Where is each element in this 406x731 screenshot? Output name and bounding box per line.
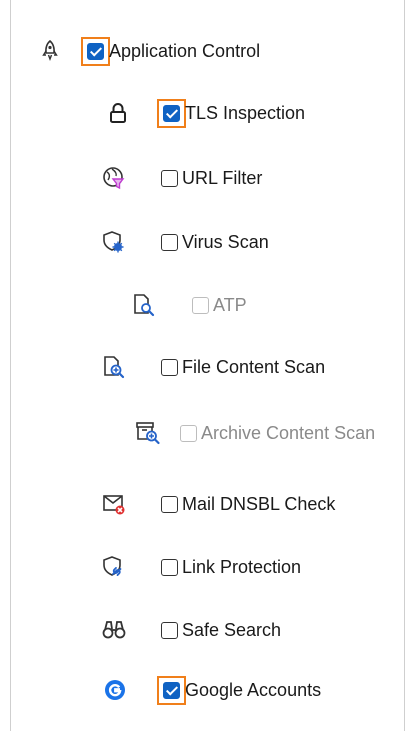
rocket-icon	[36, 36, 64, 66]
atp-checkbox[interactable]: ATP	[192, 290, 247, 320]
option-row-archive-content-scan: Archive Content Scan	[0, 418, 400, 448]
archive-content-scan-checkbox-box[interactable]	[180, 424, 197, 442]
file-scan-icon	[100, 352, 128, 382]
globe-filter-icon	[100, 163, 128, 193]
mail-blocked-icon	[100, 489, 128, 519]
tls-inspection-focus-ring	[157, 98, 186, 128]
file-content-scan-checkbox-box[interactable]	[161, 358, 178, 376]
tls-inspection-label: TLS Inspection	[185, 103, 306, 123]
safe-search-checkbox-box[interactable]	[161, 621, 178, 639]
google-icon	[101, 675, 129, 705]
url-filter-label: URL Filter	[182, 168, 263, 188]
archive-content-scan-checkbox[interactable]: Archive Content Scan	[180, 418, 375, 448]
link-protection-label: Link Protection	[182, 557, 302, 577]
safe-search-label: Safe Search	[182, 620, 282, 640]
atp-label: ATP	[213, 295, 247, 315]
google-accounts-checkbox-box[interactable]	[163, 681, 180, 699]
virus-scan-checkbox[interactable]: Virus Scan	[161, 227, 269, 257]
link-protection-checkbox[interactable]: Link Protection	[161, 552, 301, 582]
application-control-checkbox[interactable]: Application Control	[81, 36, 261, 66]
binoculars-icon	[100, 615, 128, 645]
application-control-checkbox-box[interactable]	[87, 42, 104, 60]
mail-dnsbl-check-checkbox[interactable]: Mail DNSBL Check	[161, 489, 335, 519]
option-row-url-filter: URL Filter	[0, 163, 400, 193]
option-row-virus-scan: Virus Scan	[0, 227, 400, 257]
option-row-mail-dnsbl-check: Mail DNSBL Check	[0, 489, 400, 519]
option-row-safe-search: Safe Search	[0, 615, 400, 645]
virus-scan-label: Virus Scan	[182, 232, 269, 252]
file-content-scan-label: File Content Scan	[182, 357, 326, 377]
google-accounts-label: Google Accounts	[185, 680, 322, 700]
google-accounts-focus-ring	[157, 675, 186, 705]
shield-link-icon	[100, 552, 128, 582]
option-row-file-content-scan: File Content Scan	[0, 352, 400, 382]
mail-dnsbl-check-checkbox-box[interactable]	[161, 495, 178, 513]
lock-icon	[104, 98, 132, 128]
application-control-focus-ring	[81, 36, 110, 66]
option-row-tls-inspection: TLS Inspection	[0, 98, 400, 128]
option-row-atp: ATP	[0, 290, 400, 320]
archive-content-scan-label: Archive Content Scan	[201, 423, 376, 443]
url-filter-checkbox[interactable]: URL Filter	[161, 163, 262, 193]
link-protection-checkbox-box[interactable]	[161, 558, 178, 576]
google-accounts-checkbox[interactable]: Google Accounts	[157, 675, 322, 705]
document-search-icon	[130, 290, 158, 320]
atp-checkbox-box[interactable]	[192, 296, 209, 314]
panel-border-right	[404, 0, 405, 731]
shield-virus-icon	[100, 227, 128, 257]
mail-dnsbl-check-label: Mail DNSBL Check	[182, 494, 336, 514]
option-row-link-protection: Link Protection	[0, 552, 400, 582]
option-row-google-accounts: Google Accounts	[0, 675, 400, 705]
safe-search-checkbox[interactable]: Safe Search	[161, 615, 281, 645]
virus-scan-checkbox-box[interactable]	[161, 233, 178, 251]
url-filter-checkbox-box[interactable]	[161, 169, 178, 187]
file-content-scan-checkbox[interactable]: File Content Scan	[161, 352, 325, 382]
tls-inspection-checkbox[interactable]: TLS Inspection	[157, 98, 306, 128]
application-control-label: Application Control	[109, 41, 261, 61]
option-row-application-control: Application Control	[0, 36, 400, 66]
tls-inspection-checkbox-box[interactable]	[163, 104, 180, 122]
archive-scan-icon	[134, 418, 162, 448]
settings-panel: Application Control TLS Inspection URL F…	[0, 0, 406, 731]
